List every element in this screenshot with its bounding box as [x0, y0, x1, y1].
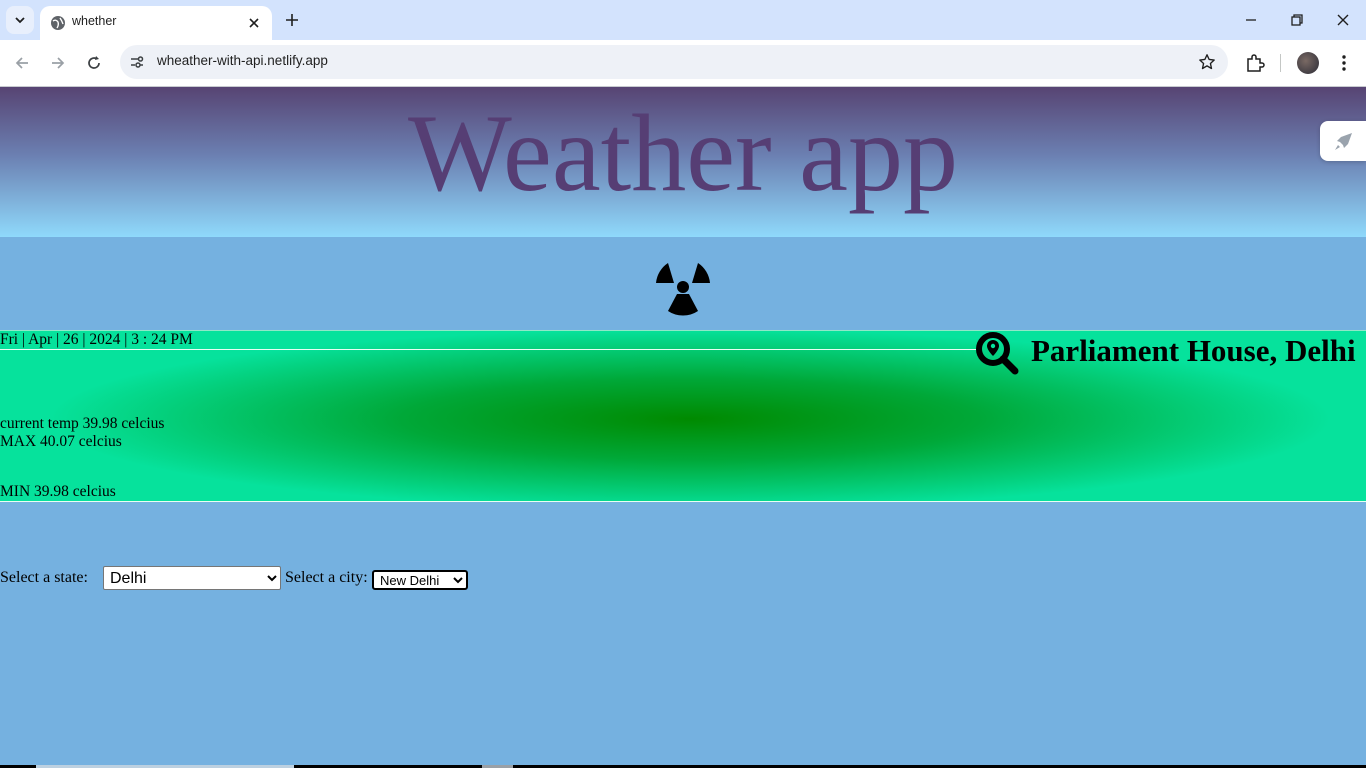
back-arrow-icon[interactable] [12, 53, 32, 73]
tab-title: whether [72, 14, 117, 28]
state-label: Select a state: [0, 569, 88, 586]
weather-panel: Fri | Apr | 26 | 2024 | 3 : 24 PM Parlia… [0, 330, 1366, 502]
reload-icon[interactable] [84, 53, 104, 73]
current-temp: current temp 39.98 celcius [0, 415, 165, 432]
browser-toolbar: wheather-with-api.netlify.app [0, 40, 1366, 87]
minimize-icon[interactable] [1241, 10, 1261, 30]
browser-tab[interactable]: whether [40, 6, 272, 40]
page-header: Weather app [0, 87, 1366, 237]
extensions-puzzle-icon[interactable] [1245, 53, 1265, 73]
url-text: wheather-with-api.netlify.app [157, 53, 328, 68]
new-tab-icon[interactable] [282, 10, 302, 30]
site-settings-icon[interactable] [129, 54, 145, 70]
weather-page: Weather app Fri | Apr | 26 | 2024 | 3 : … [0, 87, 1366, 768]
divider [0, 349, 980, 350]
max-temp: MAX 40.07 celcius [0, 433, 122, 450]
tab-strip: whether [0, 0, 1366, 40]
city-select[interactable]: New Delhi [372, 570, 468, 590]
state-select[interactable]: Delhi [103, 566, 281, 590]
close-icon[interactable] [246, 15, 262, 31]
city-label: Select a city: [285, 569, 368, 586]
page-title: Weather app [408, 92, 958, 214]
rocket-icon [1335, 133, 1352, 150]
chevron-down-icon [15, 17, 25, 24]
divider [0, 501, 1366, 502]
radiation-hazard-icon [656, 263, 710, 316]
min-temp: MIN 39.98 celcius [0, 483, 116, 500]
restore-icon[interactable] [1287, 10, 1307, 30]
bookmark-star-icon[interactable] [1198, 53, 1216, 71]
location-name: Parliament House, Delhi [1031, 333, 1356, 368]
location-search-icon[interactable] [975, 331, 1019, 375]
address-bar[interactable]: wheather-with-api.netlify.app [120, 45, 1228, 79]
more-menu-icon[interactable] [1334, 53, 1354, 73]
window-close-icon[interactable] [1333, 10, 1353, 30]
profile-avatar[interactable] [1297, 52, 1319, 74]
forward-arrow-icon[interactable] [48, 53, 68, 73]
toolbar-separator [1280, 54, 1281, 72]
globe-icon [51, 16, 65, 30]
date-time: Fri | Apr | 26 | 2024 | 3 : 24 PM [0, 331, 193, 348]
deploy-widget-button[interactable] [1320, 121, 1366, 161]
tab-search-button[interactable] [6, 6, 34, 34]
